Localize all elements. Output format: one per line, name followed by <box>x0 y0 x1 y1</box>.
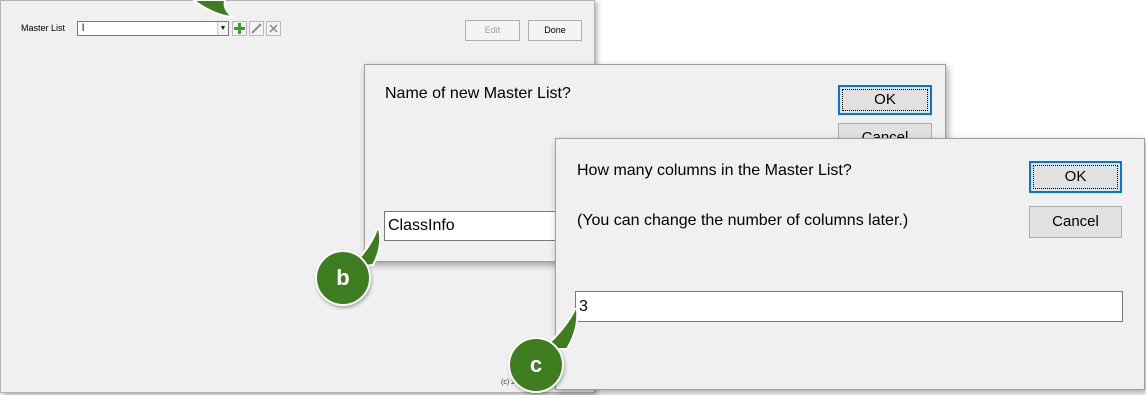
ok-label: OK <box>874 91 896 108</box>
delete-list-button[interactable] <box>266 21 281 36</box>
master-list-combo[interactable]: l ▼ <box>77 21 229 36</box>
callout-b: b <box>315 250 371 306</box>
name-prompt: Name of new Master List? <box>385 85 571 102</box>
columns-note: (You can change the number of columns la… <box>577 212 909 229</box>
chevron-down-icon[interactable]: ▼ <box>217 22 228 35</box>
columns-cancel-button[interactable]: Cancel <box>1029 206 1122 238</box>
plus-icon <box>234 23 245 34</box>
add-list-button[interactable] <box>232 21 247 36</box>
columns-prompt: How many columns in the Master List? <box>577 162 852 179</box>
combo-value: l <box>82 23 85 34</box>
edit-button[interactable]: Edit <box>465 20 520 41</box>
pencil-icon <box>251 23 262 34</box>
ok-button[interactable]: OK <box>838 85 932 115</box>
column-count-input[interactable]: 3 <box>575 291 1123 322</box>
master-list-label: Master List <box>21 23 66 33</box>
callout-c: c <box>508 337 564 393</box>
columns-cancel-label: Cancel <box>1052 213 1099 230</box>
done-button[interactable]: Done <box>528 20 582 41</box>
callout-a-tail <box>193 0 237 19</box>
columns-dialog: How many columns in the Master List? (Yo… <box>555 138 1145 390</box>
columns-ok-label: OK <box>1064 168 1087 185</box>
edit-list-button[interactable] <box>249 21 264 36</box>
columns-ok-button[interactable]: OK <box>1029 161 1122 193</box>
close-icon <box>269 24 278 33</box>
list-name-input[interactable]: ClassInfo <box>384 211 584 241</box>
